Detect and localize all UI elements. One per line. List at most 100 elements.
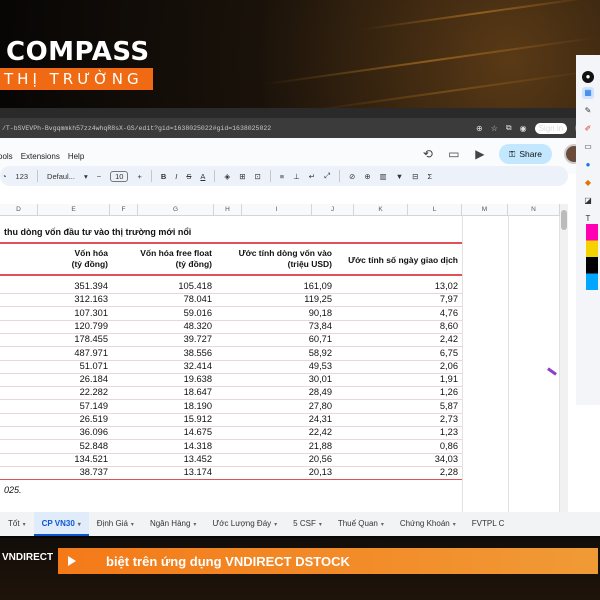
chevron-down-icon[interactable]: ▾: [274, 522, 277, 528]
strikethrough-icon[interactable]: S: [186, 172, 191, 181]
cell-inflow[interactable]: 21,88: [240, 441, 332, 451]
column-header[interactable]: L: [408, 204, 462, 216]
bold-icon[interactable]: B: [161, 172, 166, 181]
tab-sheet[interactable]: Ước Lượng Đáy ▾: [204, 512, 285, 536]
tab-sheet[interactable]: Ngân Hàng ▾: [142, 512, 205, 536]
cell-market-cap[interactable]: 22.282: [38, 387, 108, 397]
cell-free-float[interactable]: 59.016: [138, 308, 212, 318]
cell-market-cap[interactable]: 120.799: [38, 321, 108, 331]
tab-sheet[interactable]: Định Giá ▾: [89, 512, 142, 536]
column-header[interactable]: M: [462, 204, 508, 216]
chevron-down-icon[interactable]: ▾: [193, 522, 196, 528]
contacts-icon[interactable]: ●: [582, 159, 594, 171]
cell-inflow[interactable]: 90,18: [240, 308, 332, 318]
cell-free-float[interactable]: 18.647: [138, 387, 212, 397]
column-header[interactable]: N: [508, 204, 560, 216]
column-header[interactable]: J: [312, 204, 354, 216]
cell-market-cap[interactable]: 38.737: [38, 467, 108, 477]
cell-days[interactable]: 2,73: [354, 414, 458, 424]
column-header[interactable]: D: [0, 204, 38, 216]
cell-inflow[interactable]: 24,31: [240, 414, 332, 424]
cell-days[interactable]: 1,26: [354, 387, 458, 397]
eraser-icon[interactable]: ▭: [582, 141, 594, 153]
text-color-icon[interactable]: A: [200, 172, 205, 181]
tab-sheet[interactable]: Tốt ▾: [0, 512, 34, 536]
cell-free-float[interactable]: 15.912: [138, 414, 212, 424]
cell-free-float[interactable]: 48.320: [138, 321, 212, 331]
cell-free-float[interactable]: 14.318: [138, 441, 212, 451]
cell-free-float[interactable]: 78.041: [138, 294, 212, 304]
number-format-123[interactable]: 123: [16, 172, 29, 181]
cell-free-float[interactable]: 13.452: [138, 454, 212, 464]
spreadsheet-grid[interactable]: D E F G H I J K L M N thu dòng vốn đầu t…: [0, 204, 560, 512]
cell-inflow[interactable]: 161,09: [240, 281, 332, 291]
chevron-down-icon[interactable]: ▾: [84, 172, 88, 181]
menu-tools[interactable]: ools: [0, 152, 13, 161]
chevron-down-icon[interactable]: ▾: [131, 522, 134, 528]
column-header[interactable]: I: [242, 204, 312, 216]
cell-market-cap[interactable]: 57.149: [38, 401, 108, 411]
filter-icon[interactable]: ▼: [396, 172, 403, 181]
tab-sheet[interactable]: Thuế Quan ▾: [330, 512, 392, 536]
cell-inflow[interactable]: 58,92: [240, 348, 332, 358]
decrease-size-icon[interactable]: −: [97, 172, 101, 181]
cell-inflow[interactable]: 60,71: [240, 334, 332, 344]
extension-icon[interactable]: ●: [582, 71, 594, 83]
fill-color-icon[interactable]: ◈: [224, 172, 230, 181]
profile-icon[interactable]: ◉: [520, 124, 527, 133]
cell-inflow[interactable]: 73,84: [240, 321, 332, 331]
wrap-icon[interactable]: ↵: [309, 172, 315, 181]
borders-icon[interactable]: ⊞: [239, 172, 245, 181]
cell-free-float[interactable]: 32.414: [138, 361, 212, 371]
cell-inflow[interactable]: 119,25: [240, 294, 332, 304]
cell-days[interactable]: 6,75: [354, 348, 458, 358]
tab-sheet[interactable]: CP VN30 ▾: [33, 512, 89, 536]
cell-days[interactable]: 1,91: [354, 374, 458, 384]
font-size-input[interactable]: 10: [110, 170, 129, 182]
cell-inflow[interactable]: 28,49: [240, 387, 332, 397]
cell-market-cap[interactable]: 351.394: [38, 281, 108, 291]
menu-help[interactable]: Help: [68, 152, 84, 161]
star-icon[interactable]: ☆: [491, 124, 498, 133]
cell-days[interactable]: 2,28: [354, 467, 458, 477]
calendar-icon[interactable]: ▦: [582, 87, 594, 99]
column-header[interactable]: E: [38, 204, 110, 216]
column-header[interactable]: H: [214, 204, 242, 216]
cell-market-cap[interactable]: 26.184: [38, 374, 108, 384]
increase-size-icon[interactable]: +: [137, 172, 141, 181]
chevron-down-icon[interactable]: ▾: [381, 522, 384, 528]
cell-days[interactable]: 34,03: [354, 454, 458, 464]
cell-days[interactable]: 4,76: [354, 308, 458, 318]
cell-inflow[interactable]: 27,80: [240, 401, 332, 411]
signin-button[interactable]: Sign in: [534, 122, 568, 134]
cell-days[interactable]: 2,42: [354, 334, 458, 344]
chevron-down-icon[interactable]: ▾: [319, 522, 322, 528]
cell-days[interactable]: 5,87: [354, 401, 458, 411]
cell-free-float[interactable]: 19.638: [138, 374, 212, 384]
merge-icon[interactable]: ⊡: [255, 172, 261, 181]
cell-free-float[interactable]: 39.727: [138, 334, 212, 344]
color-palette[interactable]: [586, 224, 598, 290]
format-paint-icon[interactable]: ◔: [2, 172, 7, 181]
cell-inflow[interactable]: 22,42: [240, 427, 332, 437]
align-icon[interactable]: ≡: [280, 172, 284, 181]
url-text[interactable]: /T-bSVEVPh-Bvgqmmkh57zz4whqR8sX-GS/edit?…: [0, 125, 470, 132]
chart-icon[interactable]: ▥: [380, 172, 387, 181]
cell-days[interactable]: 2,06: [354, 361, 458, 371]
cell-days[interactable]: 13,02: [354, 281, 458, 291]
italic-icon[interactable]: I: [175, 172, 177, 181]
link-icon[interactable]: ⊘: [349, 172, 355, 181]
function-icon[interactable]: Σ: [427, 172, 432, 181]
tab-sheet[interactable]: FVTPL C: [464, 512, 513, 536]
cell-market-cap[interactable]: 26.519: [38, 414, 108, 424]
chevron-down-icon[interactable]: ▾: [453, 522, 456, 528]
cell-free-float[interactable]: 14.675: [138, 427, 212, 437]
cell-free-float[interactable]: 18.190: [138, 401, 212, 411]
cell-market-cap[interactable]: 487.971: [38, 348, 108, 358]
insert-comment-icon[interactable]: ⊕: [364, 172, 370, 181]
cell-market-cap[interactable]: 52.848: [38, 441, 108, 451]
tab-sheet[interactable]: Chứng Khoán ▾: [392, 512, 464, 536]
share-button[interactable]: ⚿ Share: [498, 144, 552, 164]
meet-icon[interactable]: ▶: [473, 147, 487, 161]
cell-market-cap[interactable]: 178.455: [38, 334, 108, 344]
